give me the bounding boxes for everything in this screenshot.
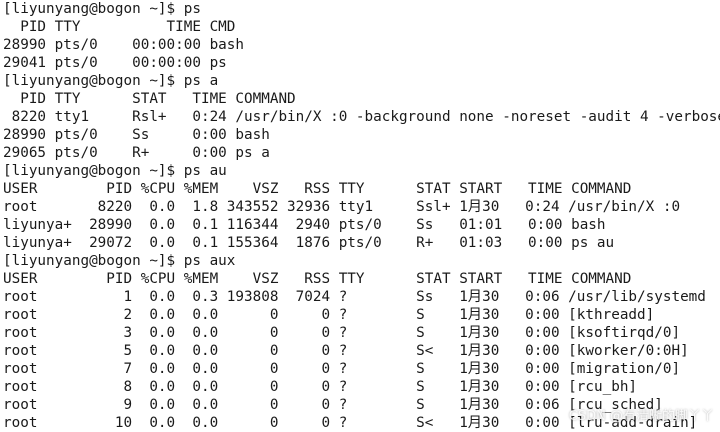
terminal-line-process: 29041 pts/0 00:00:00 ps [3,55,227,71]
terminal-line-header: PID TTY TIME CMD [3,19,236,35]
terminal-line-process: root 5 0.0 0.0 0 0 ? S< 1月30 0:00 [kwork… [3,343,689,359]
terminal-line-process: root 8220 0.0 1.8 343552 32936 tty1 Ssl+… [3,199,681,215]
terminal-line-process: 29065 pts/0 R+ 0:00 ps a [3,145,270,161]
terminal-line-process: 28990 pts/0 Ss 0:00 bash [3,127,270,143]
terminal-line-prompt-ps-aux: [liyunyang@bogon ~]$ ps aux [3,253,236,269]
terminal-line-prompt-ps: [liyunyang@bogon ~]$ ps [3,1,201,17]
terminal-window[interactable]: [liyunyang@bogon ~]$ ps PID TTY TIME CMD… [0,0,720,432]
terminal-line-process: root 1 0.0 0.3 193808 7024 ? Ss 1月30 0:0… [3,289,706,305]
terminal-line-process: root 7 0.0 0.0 0 0 ? S 1月30 0:00 [migrat… [3,361,681,377]
terminal-output[interactable]: [liyunyang@bogon ~]$ ps PID TTY TIME CMD… [3,0,720,432]
terminal-line-header: USER PID %CPU %MEM VSZ RSS TTY STAT STAR… [3,181,632,197]
terminal-line-process: liyunya+ 29072 0.0 0.1 155364 1876 pts/0… [3,235,615,251]
terminal-line-header: PID TTY STAT TIME COMMAND [3,91,296,107]
terminal-line-header: USER PID %CPU %MEM VSZ RSS TTY STAT STAR… [3,271,632,287]
terminal-line-process: 8220 tty1 Rsl+ 0:24 /usr/bin/X :0 -backg… [3,109,720,125]
terminal-line-process: root 3 0.0 0.0 0 0 ? S 1月30 0:00 [ksofti… [3,325,681,341]
terminal-line-process: root 2 0.0 0.0 0 0 ? S 1月30 0:00 [kthrea… [3,307,655,323]
terminal-line-prompt-ps-au: [liyunyang@bogon ~]$ ps au [3,163,227,179]
terminal-line-process: 28990 pts/0 00:00:00 bash [3,37,245,53]
watermark: CSDN @有清晰的脚丫丫 [568,409,714,424]
terminal-line-process: root 8 0.0 0.0 0 0 ? S 1月30 0:00 [rcu_bh… [3,379,638,395]
terminal-line-process: liyunya+ 28990 0.0 0.1 116344 2940 pts/0… [3,217,606,233]
terminal-line-prompt-ps-a: [liyunyang@bogon ~]$ ps a [3,73,219,89]
